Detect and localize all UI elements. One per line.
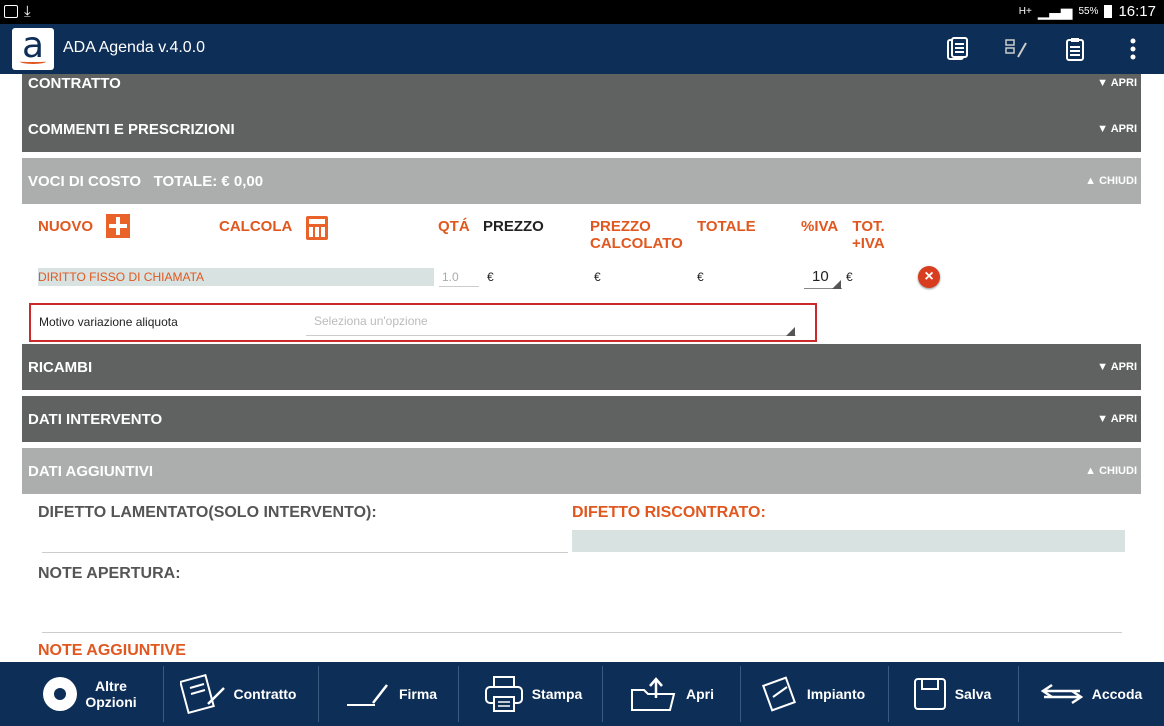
section-toggle[interactable]: ▲ CHIUDI <box>1085 175 1137 187</box>
prezzo-value[interactable]: € <box>487 270 494 284</box>
section-title: COMMENTI E PRESCRIZIONI <box>28 121 235 138</box>
section-title: RICAMBI <box>28 359 93 376</box>
section-dati-aggiuntivi[interactable]: DATI AGGIUNTIVI ▲ CHIUDI <box>22 448 1141 494</box>
section-toggle[interactable]: ▼ APRI <box>1097 123 1137 135</box>
clipboard-icon[interactable] <box>1062 36 1088 62</box>
printer-icon <box>484 676 523 712</box>
total-amount: TOTALE: € 0,00 <box>153 173 264 190</box>
section-title: DATI AGGIUNTIVI <box>28 463 153 480</box>
section-contratto[interactable]: CONTRATTO ▼ APRI <box>22 74 1141 106</box>
exchange-arrows-icon <box>1040 683 1083 705</box>
documents-icon[interactable] <box>945 36 971 62</box>
section-commenti[interactable]: COMMENTI E PRESCRIZIONI ▼ APRI <box>22 106 1141 152</box>
app-logo: a <box>12 28 54 70</box>
section-title: DATI INTERVENTO <box>28 411 163 428</box>
download-icon: ⤓ <box>24 3 31 20</box>
motivo-label: Motivo variazione aliquota <box>39 315 178 329</box>
section-dati-intervento[interactable]: DATI INTERVENTO ▼ APRI <box>22 396 1141 442</box>
qta-header: QTÁ <box>438 218 470 235</box>
calculator-icon[interactable] <box>306 216 328 240</box>
section-toggle[interactable]: ▼ APRI <box>1097 413 1137 425</box>
system-icon <box>761 676 796 712</box>
contratto-button[interactable]: Contratto <box>168 662 308 726</box>
notification-app-icon <box>4 5 18 18</box>
apri-button[interactable]: Apri <box>612 662 732 726</box>
tot-iva-header: TOT. +IVA <box>852 218 885 252</box>
more-vert-icon[interactable] <box>1120 36 1146 62</box>
qty-input[interactable]: 1.0 <box>442 270 459 284</box>
battery-icon <box>1104 4 1113 18</box>
section-toggle[interactable]: ▲ CHIUDI <box>1085 465 1137 477</box>
open-folder-icon <box>631 677 676 711</box>
altre-opzioni-button[interactable]: Altre Opzioni <box>30 662 150 726</box>
note-aggiuntive-label: NOTE AGGIUNTIVE <box>38 642 186 659</box>
stampa-button[interactable]: Stampa <box>468 662 598 726</box>
add-icon[interactable] <box>106 214 130 238</box>
bottom-toolbar: Altre Opzioni Contratto Firma Stampa Apri… <box>0 662 1164 726</box>
prezzo-calcolato-header: PREZZO CALCOLATO <box>590 218 683 252</box>
totale-value: € <box>697 270 704 284</box>
dropdown-arrow-icon <box>832 280 841 289</box>
difetto-lamentato-field[interactable] <box>42 552 568 553</box>
accoda-button[interactable]: Accoda <box>1026 662 1156 726</box>
clock: 16:17 <box>1118 2 1156 20</box>
totale-header: TOTALE <box>697 218 756 235</box>
battery-level: 55% <box>1078 5 1099 17</box>
firma-button[interactable]: Firma <box>326 662 456 726</box>
description-field[interactable]: DIRITTO FISSO DI CHIAMATA <box>38 268 434 286</box>
section-toggle[interactable]: ▼ APRI <box>1097 361 1137 373</box>
app-bar: a ADA Agenda v.4.0.0 <box>0 24 1164 74</box>
delete-row-icon[interactable]: × <box>918 266 940 288</box>
contract-icon <box>179 674 225 714</box>
difetto-riscontrato-field[interactable] <box>572 530 1125 552</box>
tot-iva-value: € <box>846 270 853 284</box>
signature-icon <box>346 684 388 706</box>
section-title: VOCI DI COSTO TOTALE: € 0,00 <box>28 173 264 190</box>
difetto-lamentato-label: DIFETTO LAMENTATO(SOLO INTERVENTO): <box>38 504 377 521</box>
salva-button[interactable]: Salva <box>896 662 1008 726</box>
status-bar: ⤓ H+ ▁▃▅ 55% 16:17 <box>0 0 1164 24</box>
app-title: ADA Agenda v.4.0.0 <box>63 39 206 56</box>
section-title: CONTRATTO <box>28 75 121 92</box>
save-icon <box>913 678 946 710</box>
section-toggle[interactable]: ▼ APRI <box>1097 77 1137 89</box>
impianto-button[interactable]: Impianto <box>748 662 878 726</box>
section-ricambi[interactable]: RICAMBI ▼ APRI <box>22 344 1141 390</box>
difetto-riscontrato-label: DIFETTO RISCONTRATO: <box>572 504 766 521</box>
section-voci-di-costo[interactable]: VOCI DI COSTO TOTALE: € 0,00 ▲ CHIUDI <box>22 158 1141 204</box>
signal-icon: ▁▃▅ <box>1037 3 1073 20</box>
gear-icon <box>43 677 78 711</box>
signal-type: H+ <box>1018 5 1032 17</box>
motivo-select[interactable]: Seleziona un'opzione <box>314 314 428 328</box>
form-content[interactable]: CONTRATTO ▼ APRI COMMENTI E PRESCRIZIONI… <box>0 74 1164 662</box>
nuovo-label[interactable]: NUOVO <box>38 218 93 235</box>
note-apertura-label: NOTE APERTURA: <box>38 565 181 582</box>
iva-select[interactable]: 10 <box>812 268 829 285</box>
prezzo-calcolato-value: € <box>594 270 601 284</box>
note-apertura-field[interactable] <box>42 632 1122 633</box>
dropdown-arrow-icon <box>786 327 795 336</box>
prezzo-header: PREZZO <box>483 218 544 235</box>
calcola-label[interactable]: CALCOLA <box>219 218 292 235</box>
iva-header: %IVA <box>801 218 839 235</box>
edit-list-icon[interactable] <box>1003 36 1029 62</box>
